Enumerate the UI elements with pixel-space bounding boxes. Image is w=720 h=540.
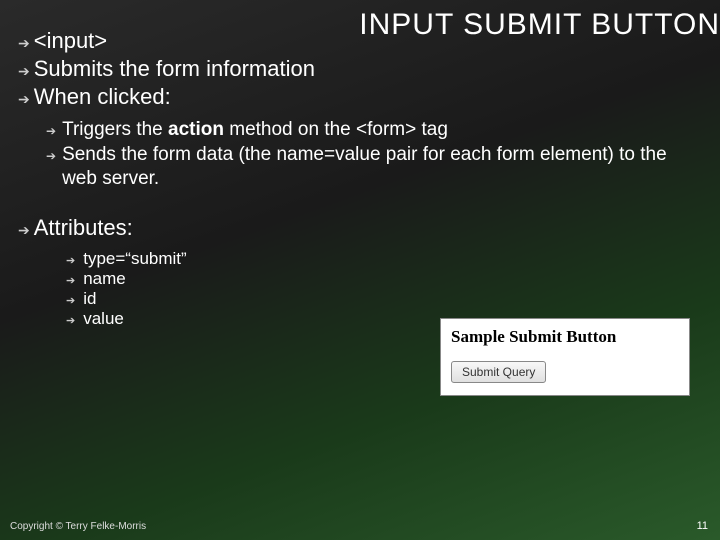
- arrow-icon: ➔: [66, 314, 75, 327]
- sub-bullet-sends: ➔ Sends the form data (the name=value pa…: [46, 143, 702, 191]
- arrow-icon: ➔: [18, 91, 30, 108]
- text-pre: Triggers the: [62, 119, 168, 140]
- slide-title: INPUT SUBMIT BUTTON: [359, 8, 720, 42]
- bullet-attributes: ➔ Attributes:: [18, 215, 702, 241]
- arrow-icon: ➔: [18, 35, 30, 52]
- attr-name: ➔ name: [66, 269, 702, 289]
- sample-preview: Sample Submit Button Submit Query: [440, 318, 690, 396]
- arrow-icon: ➔: [66, 274, 75, 287]
- bullet-text: name: [83, 269, 126, 289]
- submit-button[interactable]: Submit Query: [451, 361, 546, 383]
- arrow-icon: ➔: [46, 149, 56, 163]
- attr-type: ➔ type=“submit”: [66, 249, 702, 269]
- sample-heading: Sample Submit Button: [451, 327, 679, 347]
- sub-bullet-triggers: ➔ Triggers the action method on the <for…: [46, 118, 702, 142]
- bullet-text: Submits the form information: [34, 56, 315, 82]
- bullet-when-clicked: ➔ When clicked:: [18, 84, 702, 110]
- bullet-text: Triggers the action method on the <form>…: [62, 118, 448, 142]
- bullet-text: type=“submit”: [83, 249, 186, 269]
- bullet-text: When clicked:: [34, 84, 171, 110]
- bullet-text: Sends the form data (the name=value pair…: [62, 143, 702, 191]
- bullet-text: <input>: [34, 28, 107, 54]
- page-number: 11: [697, 520, 708, 532]
- attr-id: ➔ id: [66, 289, 702, 309]
- slide-content: ➔ <input> ➔ Submits the form information…: [0, 0, 720, 329]
- arrow-icon: ➔: [66, 294, 75, 307]
- arrow-icon: ➔: [18, 63, 30, 80]
- bullet-text: value: [83, 309, 124, 329]
- bullet-text: id: [83, 289, 96, 309]
- arrow-icon: ➔: [18, 222, 30, 239]
- arrow-icon: ➔: [46, 124, 56, 138]
- text-post: method on the <form> tag: [224, 119, 448, 140]
- text-bold: action: [168, 119, 224, 140]
- bullet-submits: ➔ Submits the form information: [18, 56, 702, 82]
- copyright: Copyright © Terry Felke-Morris: [10, 521, 146, 532]
- arrow-icon: ➔: [66, 254, 75, 267]
- bullet-text: Attributes:: [34, 215, 133, 241]
